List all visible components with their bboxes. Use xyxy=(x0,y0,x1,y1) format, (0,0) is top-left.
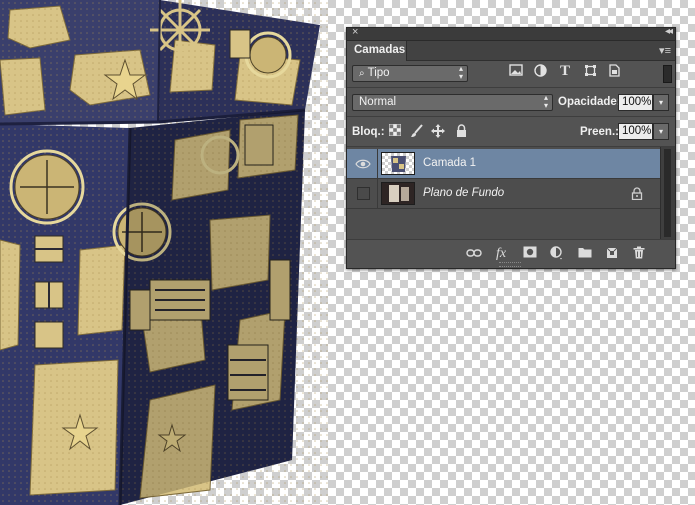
layer-row-plano-de-fundo[interactable]: Plano de Fundo xyxy=(347,179,660,209)
layers-list: Camada 1 Plano de Fundo xyxy=(347,147,660,239)
lock-icon[interactable] xyxy=(631,187,643,200)
lock-all-icon[interactable] xyxy=(454,124,468,138)
filter-type-label: Tipo xyxy=(367,67,390,79)
dropdown-arrows-icon: ▴ ▾ xyxy=(543,93,548,110)
opacity-dropdown-arrow[interactable]: ▾ xyxy=(653,94,669,111)
divider xyxy=(377,149,378,179)
visibility-toggle[interactable] xyxy=(357,187,370,200)
resize-grip[interactable] xyxy=(499,262,521,267)
layer-row-camada-1[interactable]: Camada 1 xyxy=(347,149,660,179)
fill-input[interactable]: 100% xyxy=(618,123,653,140)
link-layers-icon[interactable] xyxy=(466,246,482,262)
fill-dropdown-arrow[interactable]: ▾ xyxy=(653,123,669,140)
fill-label: Preen.: xyxy=(580,126,619,138)
filter-type-dropdown[interactable]: ⌕ Tipo ▴ ▾ xyxy=(352,65,468,82)
smart-object-filter-icon[interactable] xyxy=(606,64,622,78)
panel-menu-icon[interactable]: ▾≡ xyxy=(659,44,671,57)
layer-thumbnail[interactable] xyxy=(381,182,415,205)
divider xyxy=(377,179,378,209)
opacity-input[interactable]: 100% xyxy=(618,94,653,111)
new-group-icon[interactable] xyxy=(577,246,593,262)
blend-mode-value: Normal xyxy=(359,96,397,108)
opacity-label: Opacidade: xyxy=(558,96,621,108)
layers-panel: × ◂◂ Camadas ▾≡ ⌕ Tipo ▴ ▾ T Normal ▴ ▾ Opa… xyxy=(346,26,676,269)
panel-tab-row: Camadas ▾≡ xyxy=(347,41,675,61)
collapse-panel-icon[interactable]: ◂◂ xyxy=(665,26,673,37)
tab-layers[interactable]: Camadas xyxy=(347,41,407,61)
filter-search-icon: ⌕ xyxy=(359,68,365,79)
add-mask-icon[interactable] xyxy=(522,246,538,262)
lock-label: Bloq.: xyxy=(352,126,385,138)
canvas-image xyxy=(0,0,330,505)
divider xyxy=(347,87,675,88)
shape-filter-icon[interactable] xyxy=(582,64,598,78)
panel-footer: fx xyxy=(347,239,675,268)
lock-position-icon[interactable] xyxy=(431,124,445,138)
layers-scrollbar[interactable] xyxy=(660,147,675,239)
panel-title-bar[interactable]: × ◂◂ xyxy=(347,26,675,41)
divider xyxy=(347,116,675,117)
image-filter-icon[interactable] xyxy=(508,64,524,78)
layer-thumbnail[interactable] xyxy=(381,152,415,175)
new-layer-icon[interactable] xyxy=(604,246,620,262)
type-filter-icon[interactable]: T xyxy=(557,64,573,79)
lock-transparent-pixels-icon[interactable] xyxy=(388,124,402,138)
layer-name[interactable]: Camada 1 xyxy=(423,157,476,169)
lock-image-pixels-icon[interactable] xyxy=(410,124,424,138)
delete-layer-icon[interactable] xyxy=(631,246,647,262)
adjustment-layer-icon[interactable] xyxy=(549,246,565,262)
eye-visibility-icon[interactable] xyxy=(355,157,371,171)
adjustment-filter-icon[interactable] xyxy=(532,64,548,78)
scrollbar-thumb[interactable] xyxy=(664,149,671,237)
dropdown-arrows-icon: ▴ ▾ xyxy=(458,64,463,81)
blend-mode-dropdown[interactable]: Normal ▴ ▾ xyxy=(352,94,553,111)
fx-icon[interactable]: fx xyxy=(493,246,509,262)
close-panel-icon[interactable]: × xyxy=(352,26,358,38)
filter-toggle-switch[interactable] xyxy=(663,65,672,83)
layer-name[interactable]: Plano de Fundo xyxy=(423,187,504,199)
